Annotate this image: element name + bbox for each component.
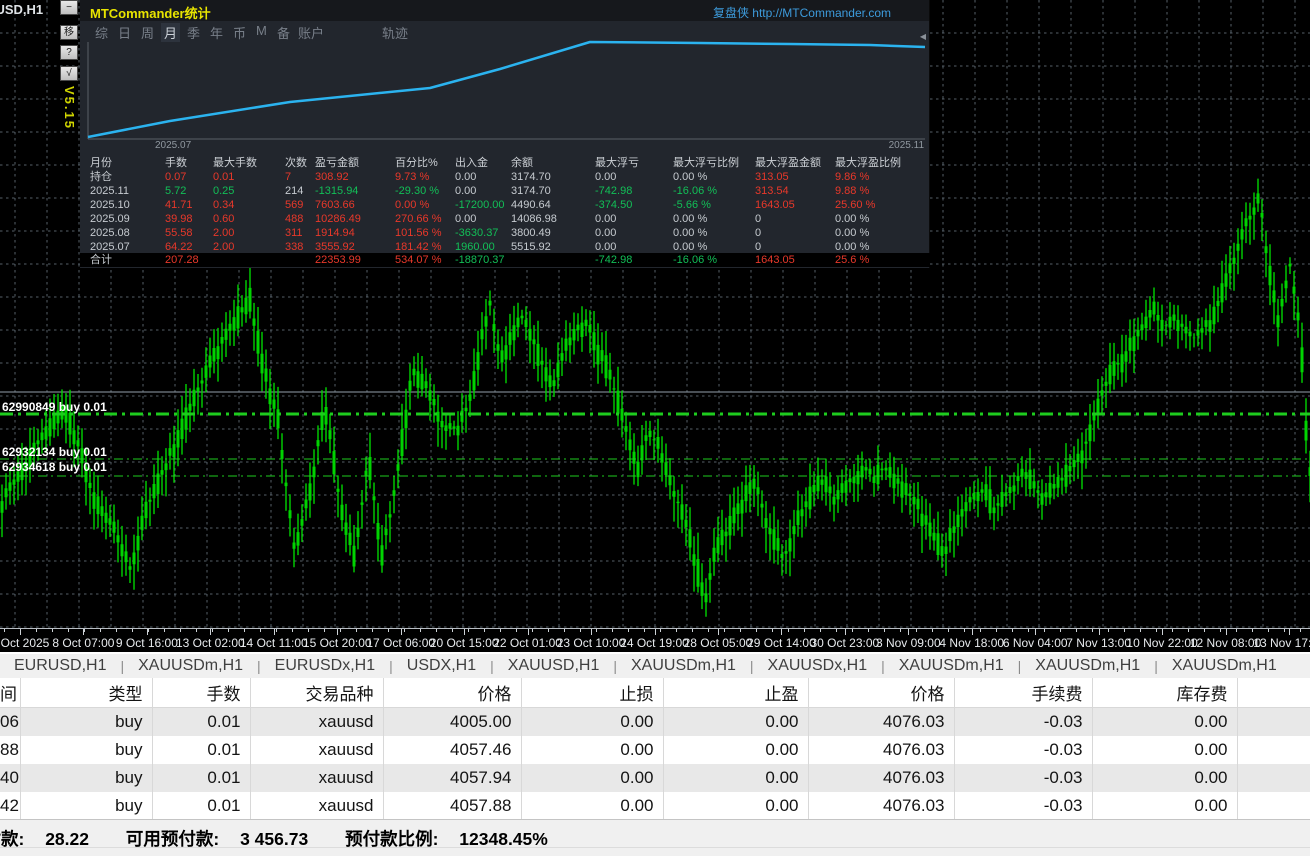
chart-tab-xauusdm-h1[interactable]: XAUUSDm,H1 [885, 657, 1018, 675]
time-label: 28 Oct 05:00 [684, 636, 753, 650]
time-label: 10 Nov 22:00 [1126, 636, 1197, 650]
orders-col-header[interactable]: 止损 [521, 678, 663, 708]
menu-item-M[interactable]: M [256, 23, 267, 38]
orders-col-header[interactable]: 间 [0, 678, 20, 708]
time-label: 6 Nov 04:00 [1003, 636, 1068, 650]
stats-row-2025.07: 2025.0764.222.003383555.92181.42 %1960.0… [80, 240, 930, 254]
margin-level-label: 预付款比例: [345, 829, 438, 849]
time-label: 9 Oct 16:00 [116, 636, 178, 650]
orders-col-header[interactable]: 价格 [383, 678, 521, 708]
equity-curve-canvas [80, 40, 930, 150]
mt-terminal-window: XAUUSD,H1 62990849 buy 0.01 62932134 buy … [0, 0, 1310, 856]
free-margin-label: 可用预付款: [126, 829, 219, 849]
stats-total-row: 合计207.2822353.99534.07 %-18870.37-742.98… [80, 253, 930, 267]
panel-check-button[interactable]: √ [60, 66, 78, 81]
orders-col-header[interactable]: 手续费 [954, 678, 1092, 708]
orders-col-header[interactable]: 止盈 [663, 678, 808, 708]
chart-tab-xauusdm-h1[interactable]: XAUUSDm,H1 [124, 657, 257, 675]
orders-col-header[interactable] [1237, 678, 1310, 708]
time-label: 17 Oct 06:00 [366, 636, 435, 650]
time-label: 13 Nov 17:00 [1253, 636, 1310, 650]
panel-website-link[interactable]: 复盘侠 http://MTCommander.com [713, 4, 891, 21]
order-row-1[interactable]: 06buy0.01xauusd4005.000.000.004076.03-0.… [0, 708, 1310, 737]
free-margin-value: 3 456.73 [240, 829, 308, 849]
chart-symbol-label: XAUUSD,H1 [0, 2, 43, 17]
stats-table: 月份手数最大手数次数盈亏金额百分比%出入金余额最大浮亏最大浮亏比例最大浮盈金额最… [80, 150, 930, 268]
chart-tab-xauusdm-h1[interactable]: XAUUSDm,H1 [1158, 657, 1291, 675]
panel-collapse-arrow[interactable]: ◀ [920, 32, 926, 41]
time-label: 12 Nov 08:00 [1190, 636, 1261, 650]
ea-version-label: V5.15 [62, 86, 77, 130]
orders-col-header[interactable]: 交易品种 [250, 678, 383, 708]
chart-tab-xauusdm-h1[interactable]: XAUUSDm,H1 [617, 657, 750, 675]
margin-level-value: 12348.45% [459, 829, 548, 849]
chart-tab-xauusdm-h1[interactable]: XAUUSDm,H1 [1021, 657, 1154, 675]
time-label: 3 Nov 09:00 [876, 636, 941, 650]
order-line-label-2[interactable]: 62932134 buy 0.01 [2, 445, 107, 459]
margin-value: 28.22 [45, 829, 89, 849]
orders-col-header[interactable]: 库存费 [1092, 678, 1237, 708]
time-label: 7 Oct 2025 [0, 636, 49, 650]
order-row-2[interactable]: 88buy0.01xauusd4057.460.000.004076.03-0.… [0, 736, 1310, 764]
time-axis[interactable]: 7 Oct 20258 Oct 07:009 Oct 16:0013 Oct 0… [0, 628, 1310, 653]
stats-row-2025.10: 2025.1041.710.345697603.660.00 %-17200.0… [80, 198, 930, 212]
order-line-label-1[interactable]: 62990849 buy 0.01 [2, 400, 107, 414]
stats-row-2025.11: 2025.115.720.25214-1315.94-29.30 %0.0031… [80, 184, 930, 198]
stats-row-持仓: 持仓0.070.017308.929.73 %0.003174.700.000.… [80, 170, 930, 184]
time-label: 4 Nov 18:00 [939, 636, 1004, 650]
terminal-orders-panel: 间类型手数交易品种价格止损止盈价格手续费库存费06buy0.01xauusd40… [0, 678, 1310, 820]
chart-tab-xauusd-h1[interactable]: XAUUSD,H1 [494, 657, 614, 675]
time-label: 8 Oct 07:00 [52, 636, 114, 650]
order-row-3[interactable]: 40buy0.01xauusd4057.940.000.004076.03-0.… [0, 764, 1310, 792]
panel-menu: 综日周月季年币M备账户轨迹 [80, 21, 929, 40]
chart-tab-xauusdx-h1[interactable]: XAUUSDx,H1 [754, 657, 882, 675]
order-row-4[interactable]: 42buy0.01xauusd4057.880.000.004076.03-0.… [0, 792, 1310, 820]
mtcommander-panel: MTCommander统计 复盘侠 http://MTCommander.com… [80, 0, 930, 268]
time-label: 22 Oct 01:00 [493, 636, 562, 650]
time-label: 20 Oct 15:00 [430, 636, 499, 650]
status-bar: 预付款: 28.22 可用预付款: 3 456.73 预付款比例: 12348.… [0, 819, 1310, 856]
chart-tab-eurusdx-h1[interactable]: EURUSDx,H1 [261, 657, 389, 675]
orders-col-header[interactable]: 价格 [808, 678, 954, 708]
chart-tab-usdx-h1[interactable]: USDX,H1 [393, 657, 490, 675]
time-label: 30 Oct 23:00 [810, 636, 879, 650]
orders-col-header[interactable]: 手数 [152, 678, 250, 708]
time-label: 23 Oct 10:00 [557, 636, 626, 650]
status-groove [0, 847, 1310, 848]
panel-help-button[interactable]: ? [60, 45, 78, 60]
orders-col-header[interactable]: 类型 [20, 678, 152, 708]
stats-row-2025.08: 2025.0855.582.003111914.94101.56 %-3630.… [80, 226, 930, 240]
time-label: 13 Oct 02:00 [176, 636, 245, 650]
order-line-label-3[interactable]: 62934618 buy 0.01 [2, 460, 107, 474]
time-label: 15 Oct 20:00 [303, 636, 372, 650]
time-label: 29 Oct 14:00 [747, 636, 816, 650]
panel-minimize-button[interactable]: − [60, 0, 78, 15]
time-label: 24 Oct 19:00 [620, 636, 689, 650]
chart-tab-eurusd-h1[interactable]: EURUSD,H1 [0, 657, 120, 675]
panel-title: MTCommander统计 [90, 3, 211, 22]
stats-row-2025.09: 2025.0939.980.6048810286.49270.66 %0.001… [80, 212, 930, 226]
panel-titlebar[interactable]: MTCommander统计 复盘侠 http://MTCommander.com [80, 0, 929, 21]
orders-table: 间类型手数交易品种价格止损止盈价格手续费库存费06buy0.01xauusd40… [0, 678, 1310, 820]
margin-label: 预付款: [0, 829, 24, 849]
panel-move-button[interactable]: 移 [60, 25, 78, 40]
chart-tab-bar: EURUSD,H1|XAUUSDm,H1|EURUSDx,H1|USDX,H1|… [0, 652, 1310, 678]
stats-header-row: 月份手数最大手数次数盈亏金额百分比%出入金余额最大浮亏最大浮亏比例最大浮盈金额最… [80, 156, 930, 170]
time-label: 7 Nov 13:00 [1066, 636, 1131, 650]
time-label: 14 Oct 11:00 [240, 636, 308, 650]
equity-chart: 2025.07 2025.11 [80, 40, 930, 150]
